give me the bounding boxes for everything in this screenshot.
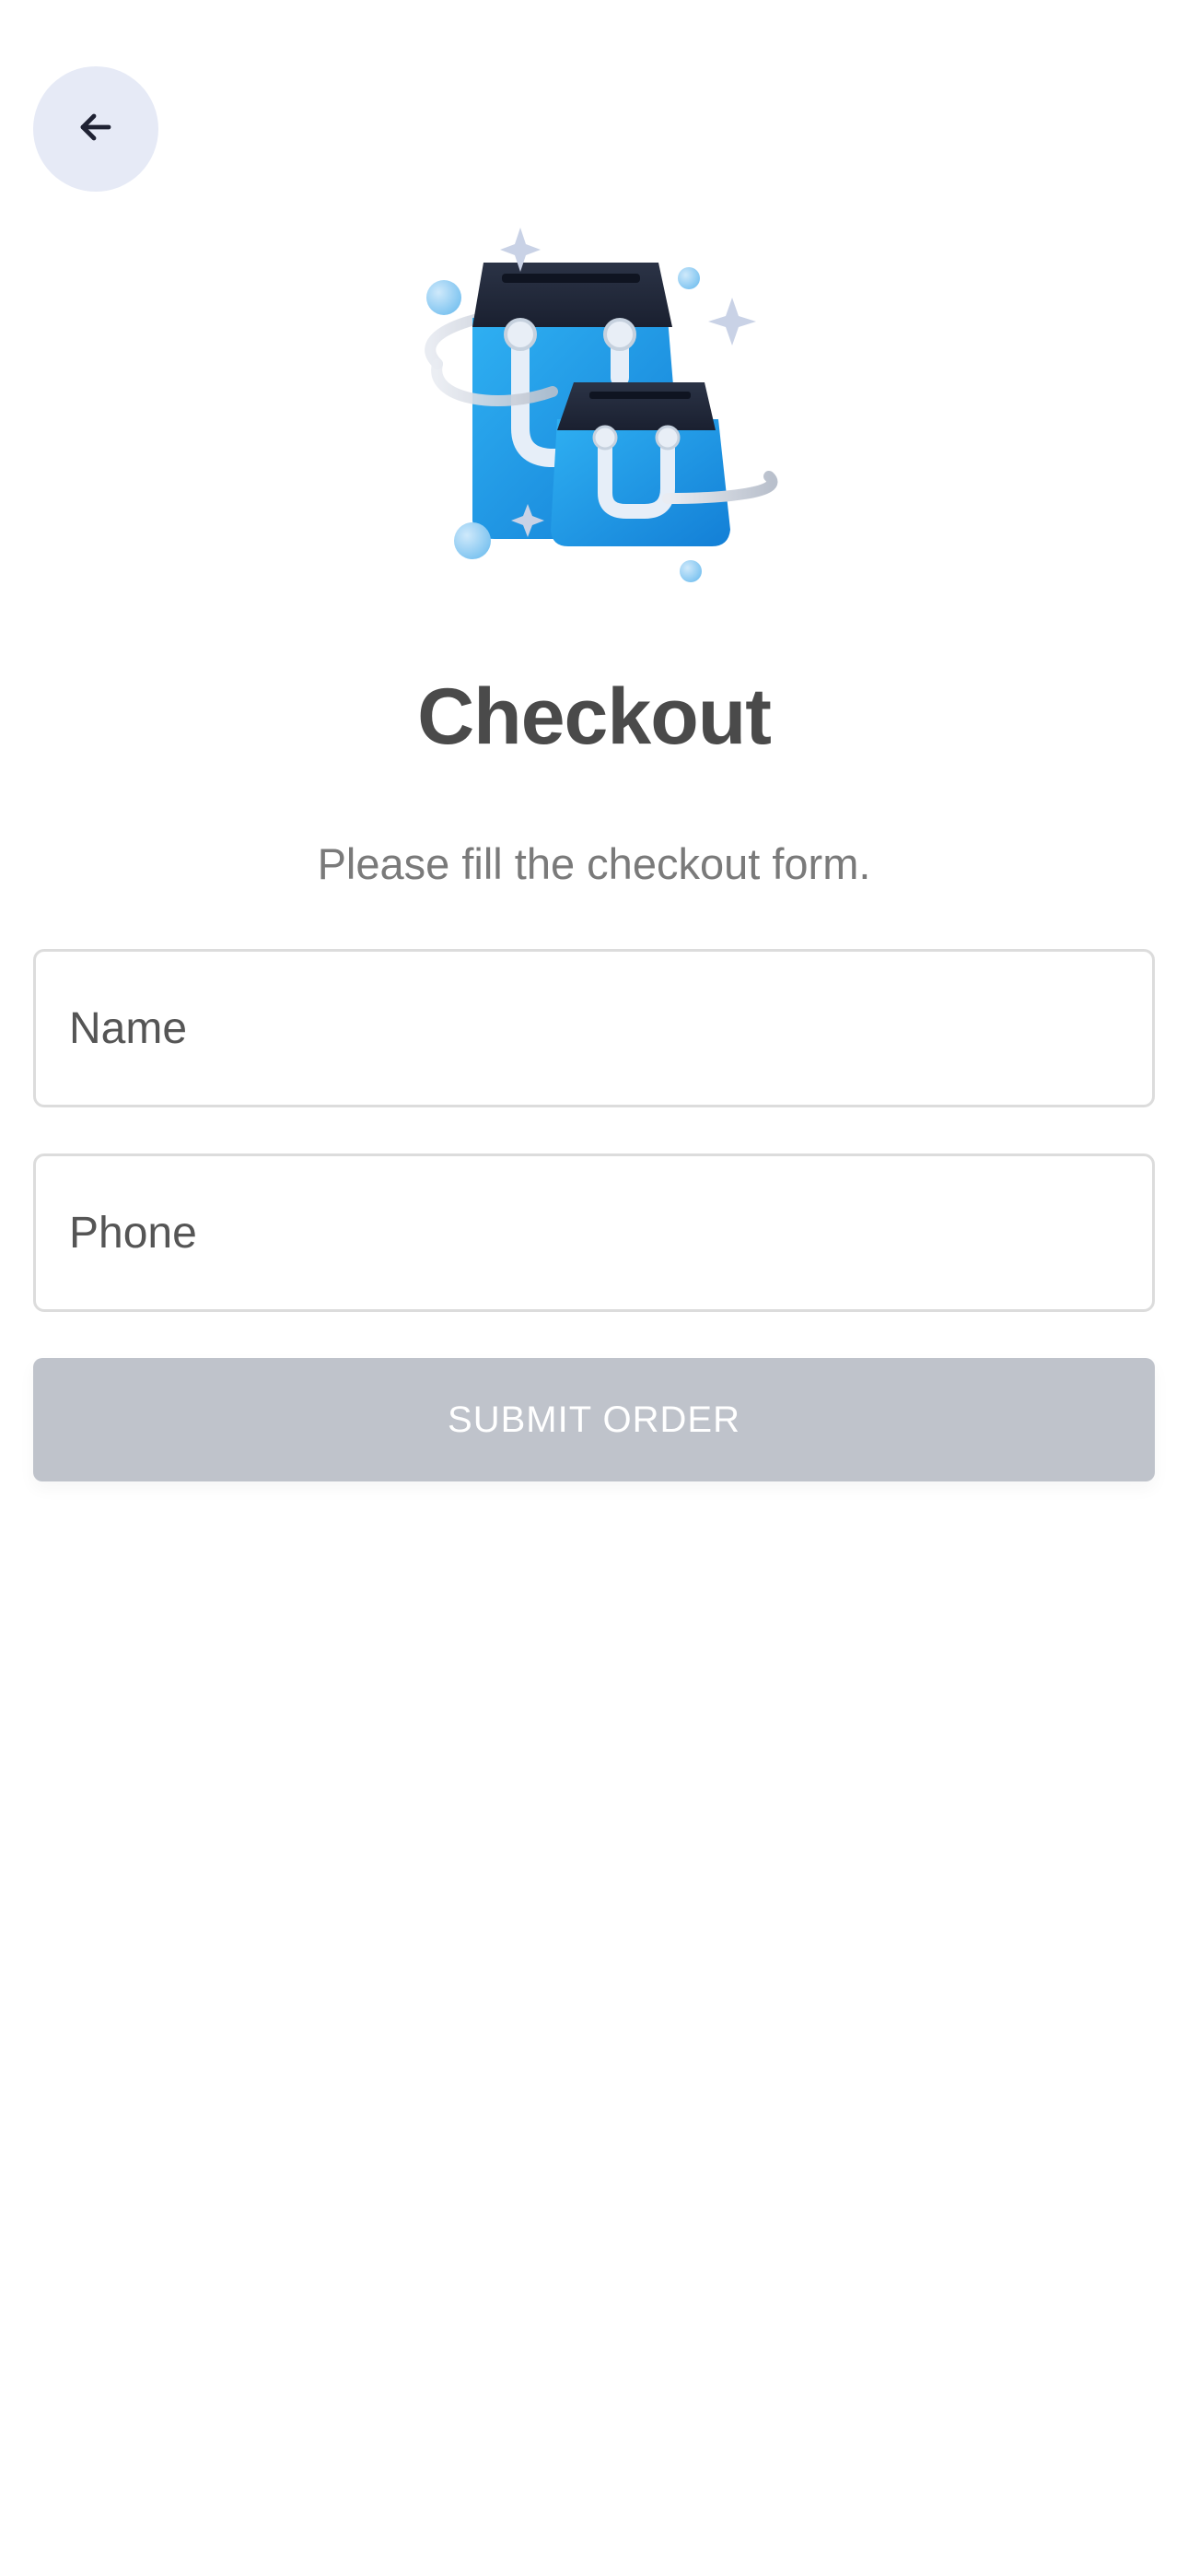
page-subtitle: Please fill the checkout form. xyxy=(317,839,871,888)
submit-order-button[interactable]: SUBMIT ORDER xyxy=(33,1358,1155,1481)
shopping-bags-illustration xyxy=(391,217,797,585)
page-title: Checkout xyxy=(417,673,772,761)
checkout-screen: Checkout Please fill the checkout form. … xyxy=(0,0,1188,2576)
phone-input[interactable] xyxy=(36,1156,1152,1309)
phone-field[interactable] xyxy=(33,1153,1155,1312)
name-field[interactable] xyxy=(33,949,1155,1107)
submit-order-label: SUBMIT ORDER xyxy=(448,1399,740,1440)
arrow-left-icon xyxy=(74,105,118,154)
back-button[interactable] xyxy=(33,66,158,192)
name-input[interactable] xyxy=(36,952,1152,1105)
